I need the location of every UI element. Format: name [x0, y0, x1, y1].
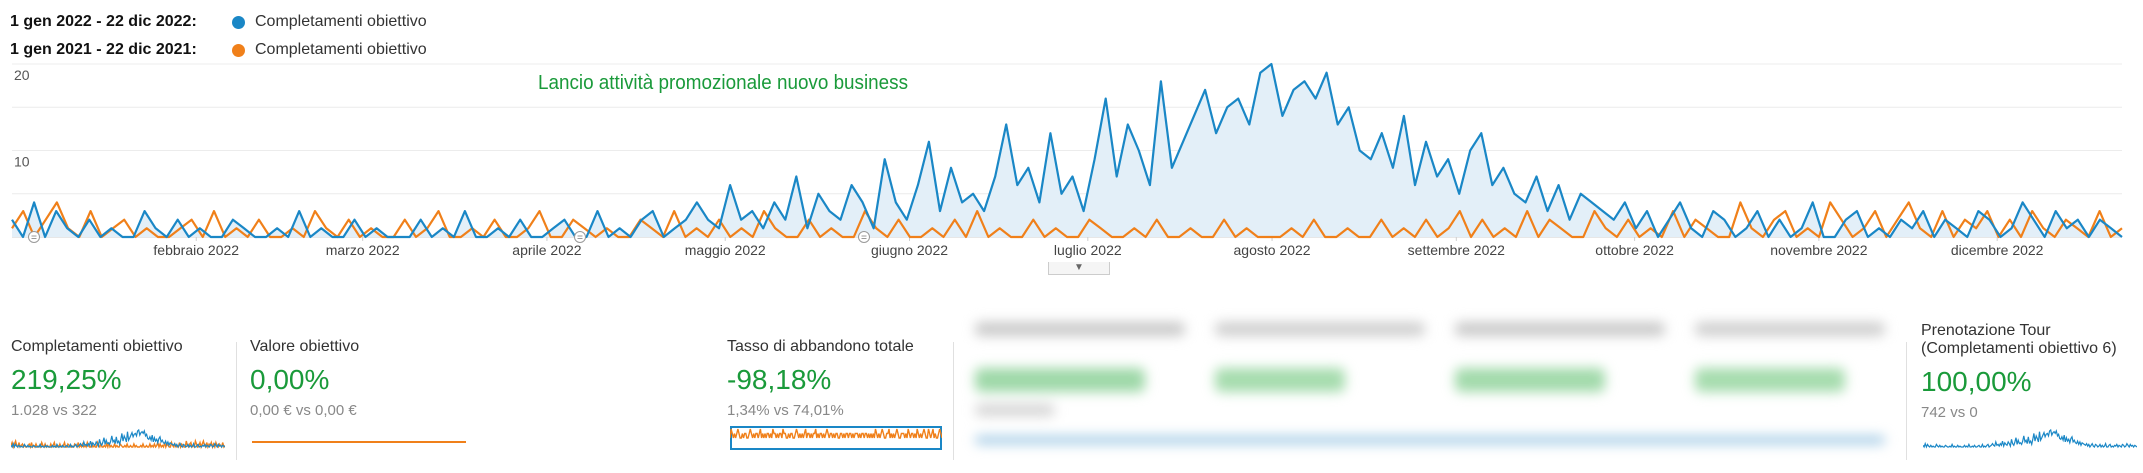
annotation-marker-circle [858, 231, 870, 243]
sparkline-2021-line [730, 428, 942, 439]
blurred-value [1455, 368, 1605, 392]
sparkline-2022-line [1923, 428, 2137, 449]
metric-tour-booking[interactable]: Prenotazione Tour (Completamenti obietti… [1921, 322, 2117, 421]
blurred-compare [975, 404, 1055, 416]
legend-series-2021: Completamenti obiettivo [255, 41, 427, 58]
x-tick-label: luglio 2022 [1054, 242, 1122, 258]
blurred-title [975, 322, 1185, 336]
chart-collapse-handle[interactable]: ▼ [1048, 262, 1110, 275]
legend-dot-2022-icon [232, 15, 245, 29]
goal-completions-chart[interactable]: 20 10 febbraio 2022 marzo 2022 aprile 2022 ma… [0, 60, 2143, 265]
metric-compare: 742 vs 0 [1921, 404, 1978, 421]
metric-goal-value[interactable]: Valore obiettivo 0,00% 0,00 € vs 0,00 € [250, 338, 359, 419]
blurred-sparkline [975, 436, 1885, 444]
y-tick-label: 10 [14, 154, 30, 170]
metric-value: 219,25% [11, 364, 122, 395]
x-tick-label: agosto 2022 [1234, 242, 1311, 258]
blurred-title [1215, 322, 1425, 336]
x-tick-label: novembre 2022 [1770, 242, 1868, 258]
chevron-down-icon: ▼ [1074, 262, 1084, 273]
metric-compare: 0,00 € vs 0,00 € [250, 402, 357, 419]
metric-goal-completions[interactable]: Completamenti obiettivo 219,25% 1.028 vs… [11, 338, 183, 419]
metric-sparkline-abandonment [730, 426, 942, 450]
legend-series-2022: Completamenti obiettivo [255, 13, 427, 30]
metric-title: Valore obiettivo [250, 338, 360, 355]
annotation-marker-icon[interactable] [574, 231, 586, 243]
blurred-metrics-area [965, 322, 1895, 458]
metric-divider [236, 342, 237, 460]
metric-sparkline-goal-value [252, 441, 466, 443]
annotation-marker-circle [28, 231, 40, 243]
metric-sparkline-tour-booking [1923, 428, 2137, 449]
metric-title: Completamenti obiettivo [11, 338, 183, 355]
annotation-marker-icon[interactable] [28, 231, 40, 243]
blurred-value [975, 368, 1145, 392]
x-tick-label: ottobre 2022 [1595, 242, 1674, 258]
x-tick-label: settembre 2022 [1408, 242, 1505, 258]
chart-legend: 1 gen 2022 - 22 dic 2022: Completamenti … [10, 8, 427, 64]
blurred-title [1455, 322, 1665, 336]
blurred-title [1695, 322, 1885, 336]
legend-row-2022[interactable]: 1 gen 2022 - 22 dic 2022: Completamenti … [10, 8, 427, 36]
metric-total-abandonment-rate[interactable]: Tasso di abbandono totale -98,18% 1,34% … [727, 338, 914, 419]
x-tick-label: aprile 2022 [512, 242, 581, 258]
metric-compare: 1.028 vs 322 [11, 402, 97, 419]
legend-dot-2021-icon [232, 43, 245, 57]
annotation-label: Lancio attività promozionale nuovo busin… [538, 72, 908, 94]
x-tick-label: maggio 2022 [685, 242, 766, 258]
metric-title: Tasso di abbandono totale [727, 338, 914, 355]
y-tick-label: 20 [14, 67, 30, 83]
metric-title-line1: Prenotazione Tour [1921, 322, 2051, 339]
metric-divider [953, 342, 954, 460]
annotation-marker-circle [574, 231, 586, 243]
metric-divider [1906, 342, 1907, 460]
x-tick-label: febbraio 2022 [153, 242, 239, 258]
metric-value: -98,18% [727, 364, 832, 395]
blurred-value [1695, 368, 1845, 392]
metric-value: 100,00% [1921, 366, 2032, 397]
blurred-value [1215, 368, 1345, 392]
legend-range-2022: 1 gen 2022 - 22 dic 2022: [10, 13, 197, 30]
x-tick-label: marzo 2022 [326, 242, 400, 258]
metric-sparkline-goal-completions [11, 428, 225, 450]
metric-title-line2: (Completamenti obiettivo 6) [1921, 340, 2117, 357]
metric-value: 0,00% [250, 364, 330, 395]
x-tick-label: dicembre 2022 [1951, 242, 2044, 258]
x-tick-label: giugno 2022 [871, 242, 948, 258]
sparkline-frame [730, 426, 942, 450]
metric-compare: 1,34% vs 74,01% [727, 402, 844, 419]
legend-range-2021: 1 gen 2021 - 22 dic 2021: [10, 41, 197, 58]
annotation-marker-icon[interactable] [858, 231, 870, 243]
